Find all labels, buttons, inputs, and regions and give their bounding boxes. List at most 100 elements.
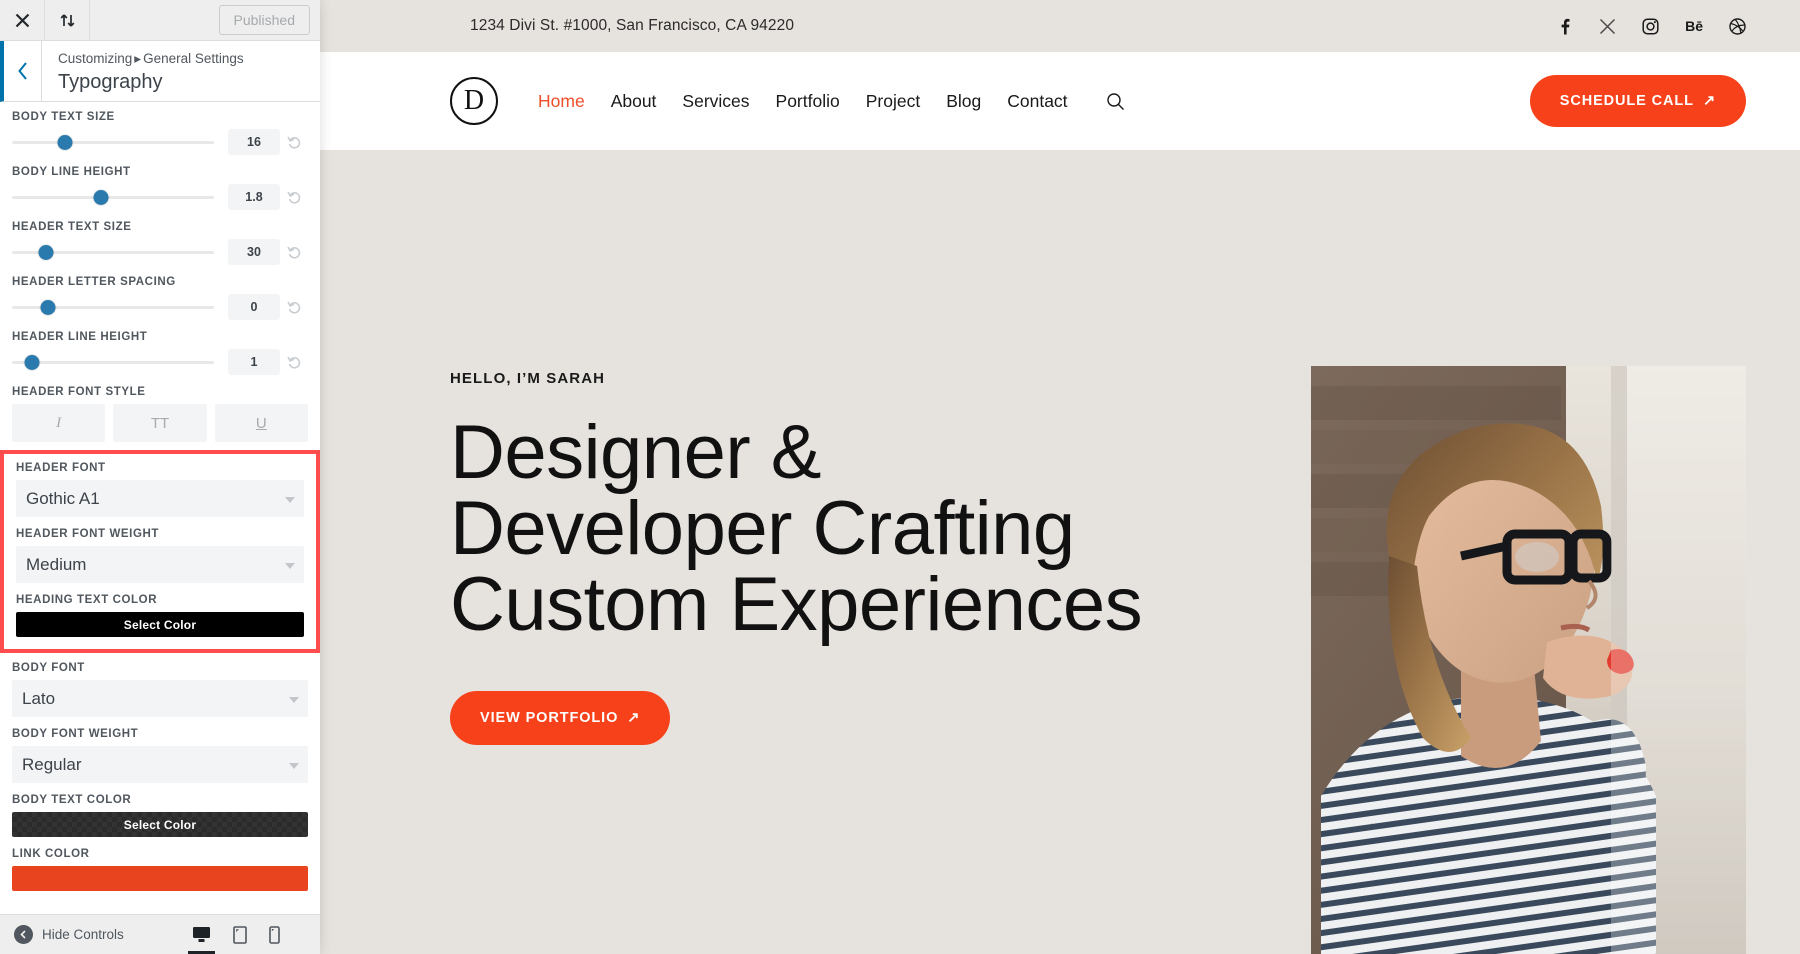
breadcrumb: Customizing ▸ General Settings — [58, 50, 244, 68]
slider-header-text-size[interactable] — [12, 243, 214, 261]
slider-row: 1 — [12, 349, 308, 375]
body-font-weight-select[interactable]: Regular — [12, 746, 308, 783]
nav-item-project[interactable]: Project — [866, 91, 920, 112]
control-body-font: BODY FONT Lato — [12, 653, 308, 719]
site-navigation: D Home About Services Portfolio Project … — [320, 52, 1800, 150]
search-icon[interactable] — [1106, 92, 1125, 111]
nav-item-blog[interactable]: Blog — [946, 91, 981, 112]
reset-icon[interactable] — [280, 135, 308, 150]
nav-item-about[interactable]: About — [611, 91, 657, 112]
body-font-select[interactable]: Lato — [12, 680, 308, 717]
nav-item-contact[interactable]: Contact — [1007, 91, 1067, 112]
collapse-arrow-icon — [14, 925, 33, 944]
nav-item-home[interactable]: Home — [538, 91, 585, 112]
nav-item-portfolio[interactable]: Portfolio — [776, 91, 840, 112]
chevron-down-icon — [289, 762, 299, 769]
arrow-up-right-icon: ↗ — [627, 710, 641, 726]
hide-controls-button[interactable]: Hide Controls — [14, 925, 124, 944]
control-label: BODY TEXT SIZE — [12, 111, 115, 123]
control-header-line-height: HEADER LINE HEIGHT 1 — [12, 322, 308, 377]
uppercase-button[interactable]: TT — [113, 404, 207, 442]
close-icon[interactable] — [0, 0, 45, 40]
header-font-select[interactable]: Gothic A1 — [16, 480, 304, 517]
control-label: HEADER FONT WEIGHT — [16, 528, 160, 540]
dribbble-icon[interactable] — [1729, 17, 1746, 35]
control-header-font-weight: HEADER FONT WEIGHT Medium — [16, 519, 304, 585]
chevron-left-icon[interactable] — [4, 41, 42, 101]
slider-thumb[interactable] — [57, 135, 73, 150]
slider-value[interactable]: 1 — [228, 349, 280, 375]
site-preview: 1234 Divi St. #1000, San Francisco, CA 9… — [320, 0, 1800, 954]
control-body-text-color: BODY TEXT COLOR Select Color — [12, 785, 308, 839]
slider-thumb[interactable] — [93, 190, 109, 205]
control-label: HEADER FONT STYLE — [12, 386, 146, 398]
control-heading-text-color: HEADING TEXT COLOR Select Color — [16, 585, 304, 639]
breadcrumb-root[interactable]: Customizing — [58, 51, 132, 66]
panel-titles: Customizing ▸ General Settings Typography — [42, 41, 244, 101]
site-address: 1234 Divi St. #1000, San Francisco, CA 9… — [470, 17, 795, 34]
portrait-illustration — [1311, 366, 1746, 954]
slider-thumb[interactable] — [38, 245, 54, 260]
reset-icon[interactable] — [280, 355, 308, 370]
site-logo[interactable]: D — [450, 77, 498, 125]
breadcrumb-parent[interactable]: General Settings — [143, 51, 244, 66]
instagram-icon[interactable] — [1642, 17, 1659, 35]
desktop-icon[interactable] — [188, 926, 215, 954]
x-twitter-icon[interactable] — [1599, 18, 1616, 35]
heading-text-color-select-color-button[interactable]: Select Color — [16, 612, 304, 637]
slider-value[interactable]: 0 — [228, 294, 280, 320]
underline-button[interactable]: U — [214, 404, 308, 442]
control-label: BODY LINE HEIGHT — [12, 166, 131, 178]
slider-body-text-size[interactable] — [12, 133, 214, 151]
reset-icon[interactable] — [280, 300, 308, 315]
control-label: BODY TEXT COLOR — [12, 794, 132, 806]
behance-icon[interactable]: Bē — [1685, 18, 1703, 34]
publish-button[interactable]: Published — [218, 5, 310, 35]
slider-track — [12, 360, 214, 364]
hero-section: HELLO, I’M SARAH Designer & Developer Cr… — [320, 150, 1800, 954]
slider-track — [12, 140, 214, 144]
collapse-sidebar-icon[interactable] — [45, 0, 90, 40]
italic-button[interactable]: I — [12, 404, 106, 442]
header-font-weight-select[interactable]: Medium — [16, 546, 304, 583]
reset-icon[interactable] — [280, 245, 308, 260]
facebook-icon[interactable] — [1556, 18, 1573, 35]
slider-header-line-height[interactable] — [12, 353, 214, 371]
control-label: HEADER LETTER SPACING — [12, 276, 176, 288]
view-portfolio-label: VIEW PORTFOLIO — [480, 710, 619, 726]
control-header-font-style: HEADER FONT STYLE I TT U — [12, 377, 308, 444]
hero-title: Designer & Developer Crafting Custom Exp… — [450, 410, 1143, 647]
slider-header-letter-spacing[interactable] — [12, 298, 214, 316]
control-label: LINK COLOR — [12, 848, 90, 860]
view-portfolio-button[interactable]: VIEW PORTFOLIO ↗ — [450, 691, 671, 745]
slider-value[interactable]: 16 — [228, 129, 280, 155]
slider-body-line-height[interactable] — [12, 188, 214, 206]
slider-thumb[interactable] — [24, 355, 40, 370]
schedule-call-label: SCHEDULE CALL — [1559, 93, 1694, 109]
slider-row: 0 — [12, 294, 308, 320]
site-topbar: 1234 Divi St. #1000, San Francisco, CA 9… — [320, 0, 1800, 52]
schedule-call-button[interactable]: SCHEDULE CALL ↗ — [1529, 75, 1746, 127]
nav-links: Home About Services Portfolio Project Bl… — [538, 91, 1125, 112]
slider-track — [12, 195, 214, 199]
body-font-weight-value: Regular — [22, 754, 82, 774]
tablet-icon[interactable] — [233, 925, 247, 944]
chevron-down-icon — [289, 696, 299, 703]
control-header-text-size: HEADER TEXT SIZE 30 — [12, 212, 308, 267]
slider-row: 1.8 — [12, 184, 308, 210]
control-label: BODY FONT — [12, 662, 85, 674]
control-link-color: LINK COLOR — [12, 839, 308, 893]
slider-value[interactable]: 30 — [228, 239, 280, 265]
body-font-value: Lato — [22, 688, 56, 708]
link-color-select-color-button[interactable] — [12, 866, 308, 891]
reset-icon[interactable] — [280, 190, 308, 205]
customizer-footer: Hide Controls — [0, 914, 320, 954]
control-label: HEADER TEXT SIZE — [12, 221, 132, 233]
social-links: Bē — [1556, 17, 1746, 35]
mobile-icon[interactable] — [269, 925, 280, 944]
slider-thumb[interactable] — [40, 300, 56, 315]
nav-item-services[interactable]: Services — [682, 91, 749, 112]
slider-value[interactable]: 1.8 — [228, 184, 280, 210]
body-text-color-select-color-button[interactable]: Select Color — [12, 812, 308, 837]
